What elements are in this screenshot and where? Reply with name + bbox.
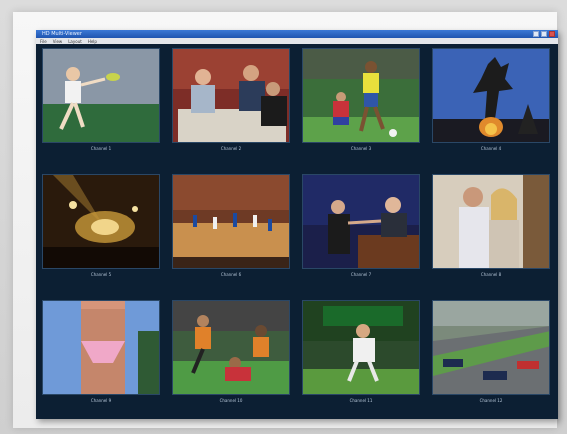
video-grid: Channel 1 Channel 2 Channel 3 Channel 4 … [42, 48, 552, 414]
menu-layout[interactable]: Layout [68, 39, 82, 44]
title-bar[interactable]: HD Multi-Viewer [36, 30, 558, 38]
video-thumbnail[interactable] [302, 300, 420, 395]
video-tile[interactable]: Channel 2 [172, 48, 290, 158]
video-tile[interactable]: Channel 4 [432, 48, 550, 158]
maximize-icon[interactable] [541, 31, 547, 37]
video-thumbnail[interactable] [432, 48, 550, 143]
video-tile[interactable]: Channel 9 [42, 300, 160, 410]
close-icon[interactable] [549, 31, 555, 37]
tile-label: Channel 2 [220, 146, 242, 151]
video-thumbnail[interactable] [172, 48, 290, 143]
tile-label: Channel 5 [90, 272, 112, 277]
video-tile[interactable]: Channel 11 [302, 300, 420, 410]
video-thumbnail[interactable] [42, 174, 160, 269]
tile-label: Channel 7 [350, 272, 372, 277]
video-tile[interactable]: Channel 1 [42, 48, 160, 158]
video-tile[interactable]: Channel 10 [172, 300, 290, 410]
video-tile[interactable]: Channel 5 [42, 174, 160, 284]
window-title: HD Multi-Viewer [42, 31, 82, 37]
tile-label: Channel 10 [219, 398, 243, 403]
tile-label: Channel 12 [479, 398, 503, 403]
tile-label: Channel 3 [350, 146, 372, 151]
video-tile[interactable]: Channel 8 [432, 174, 550, 284]
menu-help[interactable]: Help [88, 39, 97, 44]
video-tile[interactable]: Channel 3 [302, 48, 420, 158]
video-thumbnail[interactable] [172, 174, 290, 269]
minimize-icon[interactable] [533, 31, 539, 37]
video-thumbnail[interactable] [42, 48, 160, 143]
video-tile[interactable]: Channel 6 [172, 174, 290, 284]
tile-label: Channel 1 [90, 146, 112, 151]
window-controls [533, 31, 555, 37]
menu-view[interactable]: View [53, 39, 63, 44]
video-tile[interactable]: Channel 7 [302, 174, 420, 284]
tile-label: Channel 9 [90, 398, 112, 403]
video-thumbnail[interactable] [172, 300, 290, 395]
video-thumbnail[interactable] [432, 174, 550, 269]
menu-bar: File View Layout Help [36, 38, 558, 44]
video-thumbnail[interactable] [302, 174, 420, 269]
tile-label: Channel 8 [480, 272, 502, 277]
video-thumbnail[interactable] [432, 300, 550, 395]
video-thumbnail[interactable] [302, 48, 420, 143]
tile-label: Channel 6 [220, 272, 242, 277]
video-tile[interactable]: Channel 12 [432, 300, 550, 410]
menu-file[interactable]: File [40, 39, 47, 44]
tile-label: Channel 4 [480, 146, 502, 151]
multiviewer-window: HD Multi-Viewer File View Layout Help Ch… [36, 30, 558, 419]
video-thumbnail[interactable] [42, 300, 160, 395]
tile-label: Channel 11 [349, 398, 373, 403]
